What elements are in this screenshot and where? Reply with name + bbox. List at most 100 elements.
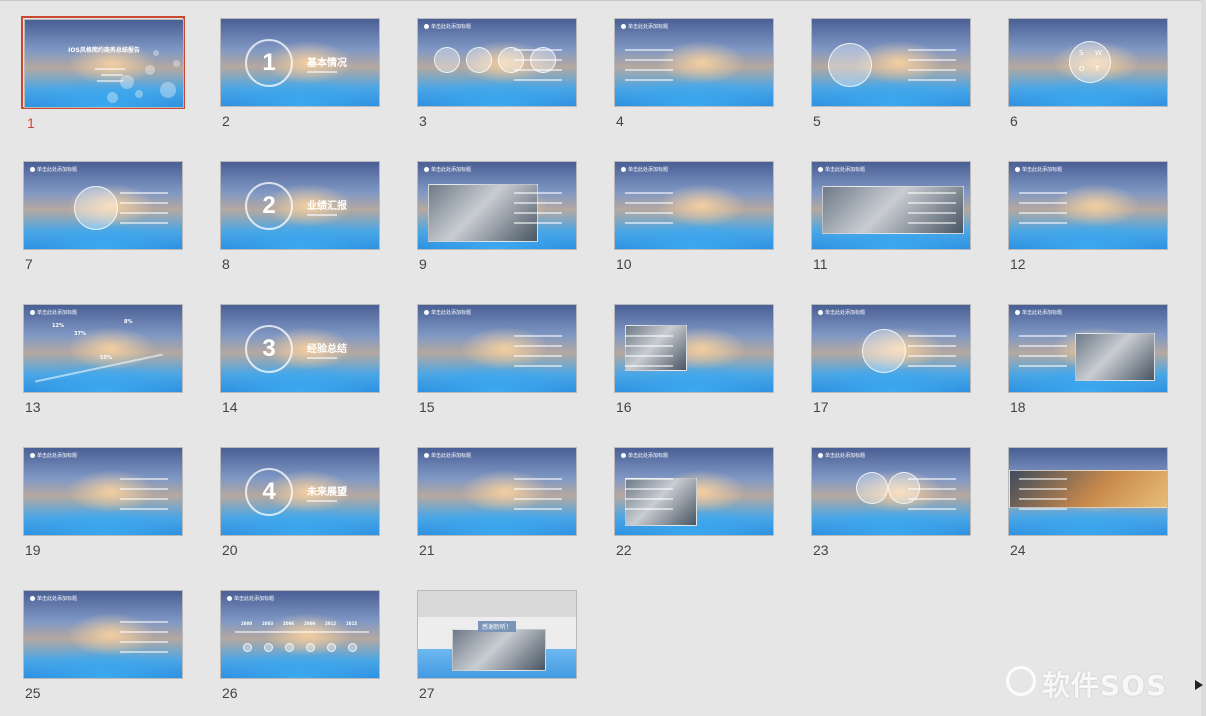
content-circle (862, 329, 906, 373)
text-placeholder-line (908, 478, 956, 480)
slide-thumbnail-2[interactable]: 1 基本情况 2 (218, 16, 382, 129)
slide-thumbnail-25[interactable]: 单击此处添加标题 25 (21, 588, 185, 701)
text-placeholder-line (1019, 192, 1067, 194)
slide-header: 单击此处添加标题 (1015, 166, 1062, 173)
slide-thumbnail-9[interactable]: 单击此处添加标题 9 (415, 159, 579, 272)
slide-thumbnail-21[interactable]: 单击此处添加标题 21 (415, 445, 579, 558)
swot-letter-t: T (1095, 65, 1100, 73)
slide-thumbnail-14[interactable]: 3 经验总结 14 (218, 302, 382, 415)
text-placeholder-line (1019, 365, 1067, 367)
text-placeholder-line (120, 651, 168, 653)
slide-thumbnail-18[interactable]: 单击此处添加标题 18 (1006, 302, 1170, 415)
timeline-node-icon (306, 643, 315, 652)
text-placeholder-line (908, 355, 956, 357)
slide-number-label: 11 (813, 256, 828, 272)
slide-thumbnail-7[interactable]: 单击此处添加标题 7 (21, 159, 185, 272)
swot-circle (1069, 41, 1111, 83)
text-placeholder-line (514, 222, 562, 224)
slide-header: 单击此处添加标题 (424, 23, 471, 30)
text-placeholder-line (625, 212, 673, 214)
slide-header: 单击此处添加标题 (424, 452, 471, 459)
slide-thumbnail-4[interactable]: 单击此处添加标题 4 (612, 16, 776, 129)
text-placeholder-line (120, 631, 168, 633)
slide-thumbnail-24[interactable]: 24 (1006, 445, 1170, 558)
slide-number-label: 12 (1010, 256, 1026, 272)
slide-number-label: 2 (222, 113, 230, 129)
text-placeholder-line (1019, 478, 1067, 480)
slide-number-label: 6 (1010, 113, 1018, 129)
slide-thumbnail-8[interactable]: 2 业绩汇报 8 (218, 159, 382, 272)
text-placeholder-line (514, 488, 562, 490)
slide-number-label: 13 (25, 399, 41, 415)
text-placeholder-line (625, 478, 673, 480)
text-placeholder-line (1019, 355, 1067, 357)
slide-header: 单击此处添加标题 (818, 309, 865, 316)
section-title: 未来展望 (307, 487, 347, 498)
slide-header: 单击此处添加标题 (30, 595, 77, 602)
slide-number-label: 10 (616, 256, 632, 272)
slide-number-label: 8 (222, 256, 230, 272)
slide-thumbnail-5[interactable]: 5 (809, 16, 973, 129)
slide-number-label: 16 (616, 399, 632, 415)
text-placeholder-line (514, 498, 562, 500)
slide-thumbnail-1[interactable]: IOS风格简约商务总结报告 1 (21, 16, 185, 131)
timeline-year: 2000 (241, 621, 253, 626)
text-placeholder-line (1019, 345, 1067, 347)
timeline-line (235, 631, 369, 633)
content-circle (828, 43, 872, 87)
slide-preview: 单击此处添加标题 (614, 161, 774, 250)
stat-value: 55% (100, 355, 112, 361)
text-placeholder-line (625, 365, 673, 367)
content-photo (625, 478, 697, 526)
slide-number-label: 26 (222, 685, 238, 701)
section-subtitle-line (307, 357, 337, 359)
section-title: 基本情况 (307, 58, 347, 69)
vertical-scrollbar[interactable] (1201, 0, 1206, 716)
section-subtitle-line (307, 500, 337, 502)
slide-thumbnail-22[interactable]: 单击此处添加标题 22 (612, 445, 776, 558)
slide-header: 单击此处添加标题 (30, 452, 77, 459)
slide-thumbnail-15[interactable]: 单击此处添加标题 15 (415, 302, 579, 415)
text-placeholder-line (1019, 508, 1067, 510)
slide-number-label: 27 (419, 685, 435, 701)
text-placeholder-line (120, 192, 168, 194)
slide-thumbnail-6[interactable]: S W O T 6 (1006, 16, 1170, 129)
slide-preview: 单击此处添加标题 (23, 161, 183, 250)
slide-thumbnail-12[interactable]: 单击此处添加标题 12 (1006, 159, 1170, 272)
content-circle (466, 47, 492, 73)
slide-header: 单击此处添加标题 (818, 452, 865, 459)
stat-value: 37% (74, 331, 86, 337)
timeline-node-icon (243, 643, 252, 652)
slide-thumbnail-10[interactable]: 单击此处添加标题 10 (612, 159, 776, 272)
slide-thumbnail-11[interactable]: 单击此处添加标题 11 (809, 159, 973, 272)
slide-thumbnail-17[interactable]: 单击此处添加标题 17 (809, 302, 973, 415)
slide-thumbnail-3[interactable]: 单击此处添加标题 3 (415, 16, 579, 129)
text-placeholder-line (625, 335, 673, 337)
slide-number-label: 17 (813, 399, 829, 415)
slide-thumbnail-16[interactable]: 16 (612, 302, 776, 415)
slide-preview: S W O T (1008, 18, 1168, 107)
text-placeholder-line (625, 59, 673, 61)
text-placeholder-line (625, 222, 673, 224)
slide-header: 单击此处添加标题 (424, 309, 471, 316)
text-placeholder-line (514, 79, 562, 81)
content-circle (74, 186, 118, 230)
text-placeholder-line (120, 478, 168, 480)
slide-thumbnail-23[interactable]: 单击此处添加标题 23 (809, 445, 973, 558)
slide-number-label: 7 (25, 256, 33, 272)
slide-thumbnail-19[interactable]: 单击此处添加标题 19 (21, 445, 185, 558)
section-title: 业绩汇报 (307, 201, 347, 212)
slide-thumbnail-13[interactable]: 单击此处添加标题 12% 37% 8% 55% 13 (21, 302, 185, 415)
slide-thumbnail-27[interactable]: 感谢聆听！ 27 (415, 588, 579, 701)
thanks-title: 感谢聆听！ (478, 621, 517, 632)
slide-preview: 单击此处添加标题 (614, 447, 774, 536)
text-placeholder-line (514, 355, 562, 357)
content-photo (1075, 333, 1155, 381)
text-placeholder-line (514, 59, 562, 61)
bubble-decoration (120, 75, 134, 89)
slide-thumbnail-20[interactable]: 4 未来展望 20 (218, 445, 382, 558)
slide-sorter-panel[interactable]: IOS风格简约商务总结报告 1 1 基本情况 2 单击此处添加标题 3 单击此处添加标题 4 5 S… (0, 0, 1206, 716)
text-placeholder-line (514, 335, 562, 337)
slide-thumbnail-26[interactable]: 单击此处添加标题 2000 2003 2006 2009 2012 2015 26 (218, 588, 382, 701)
slide-number-label: 5 (813, 113, 821, 129)
